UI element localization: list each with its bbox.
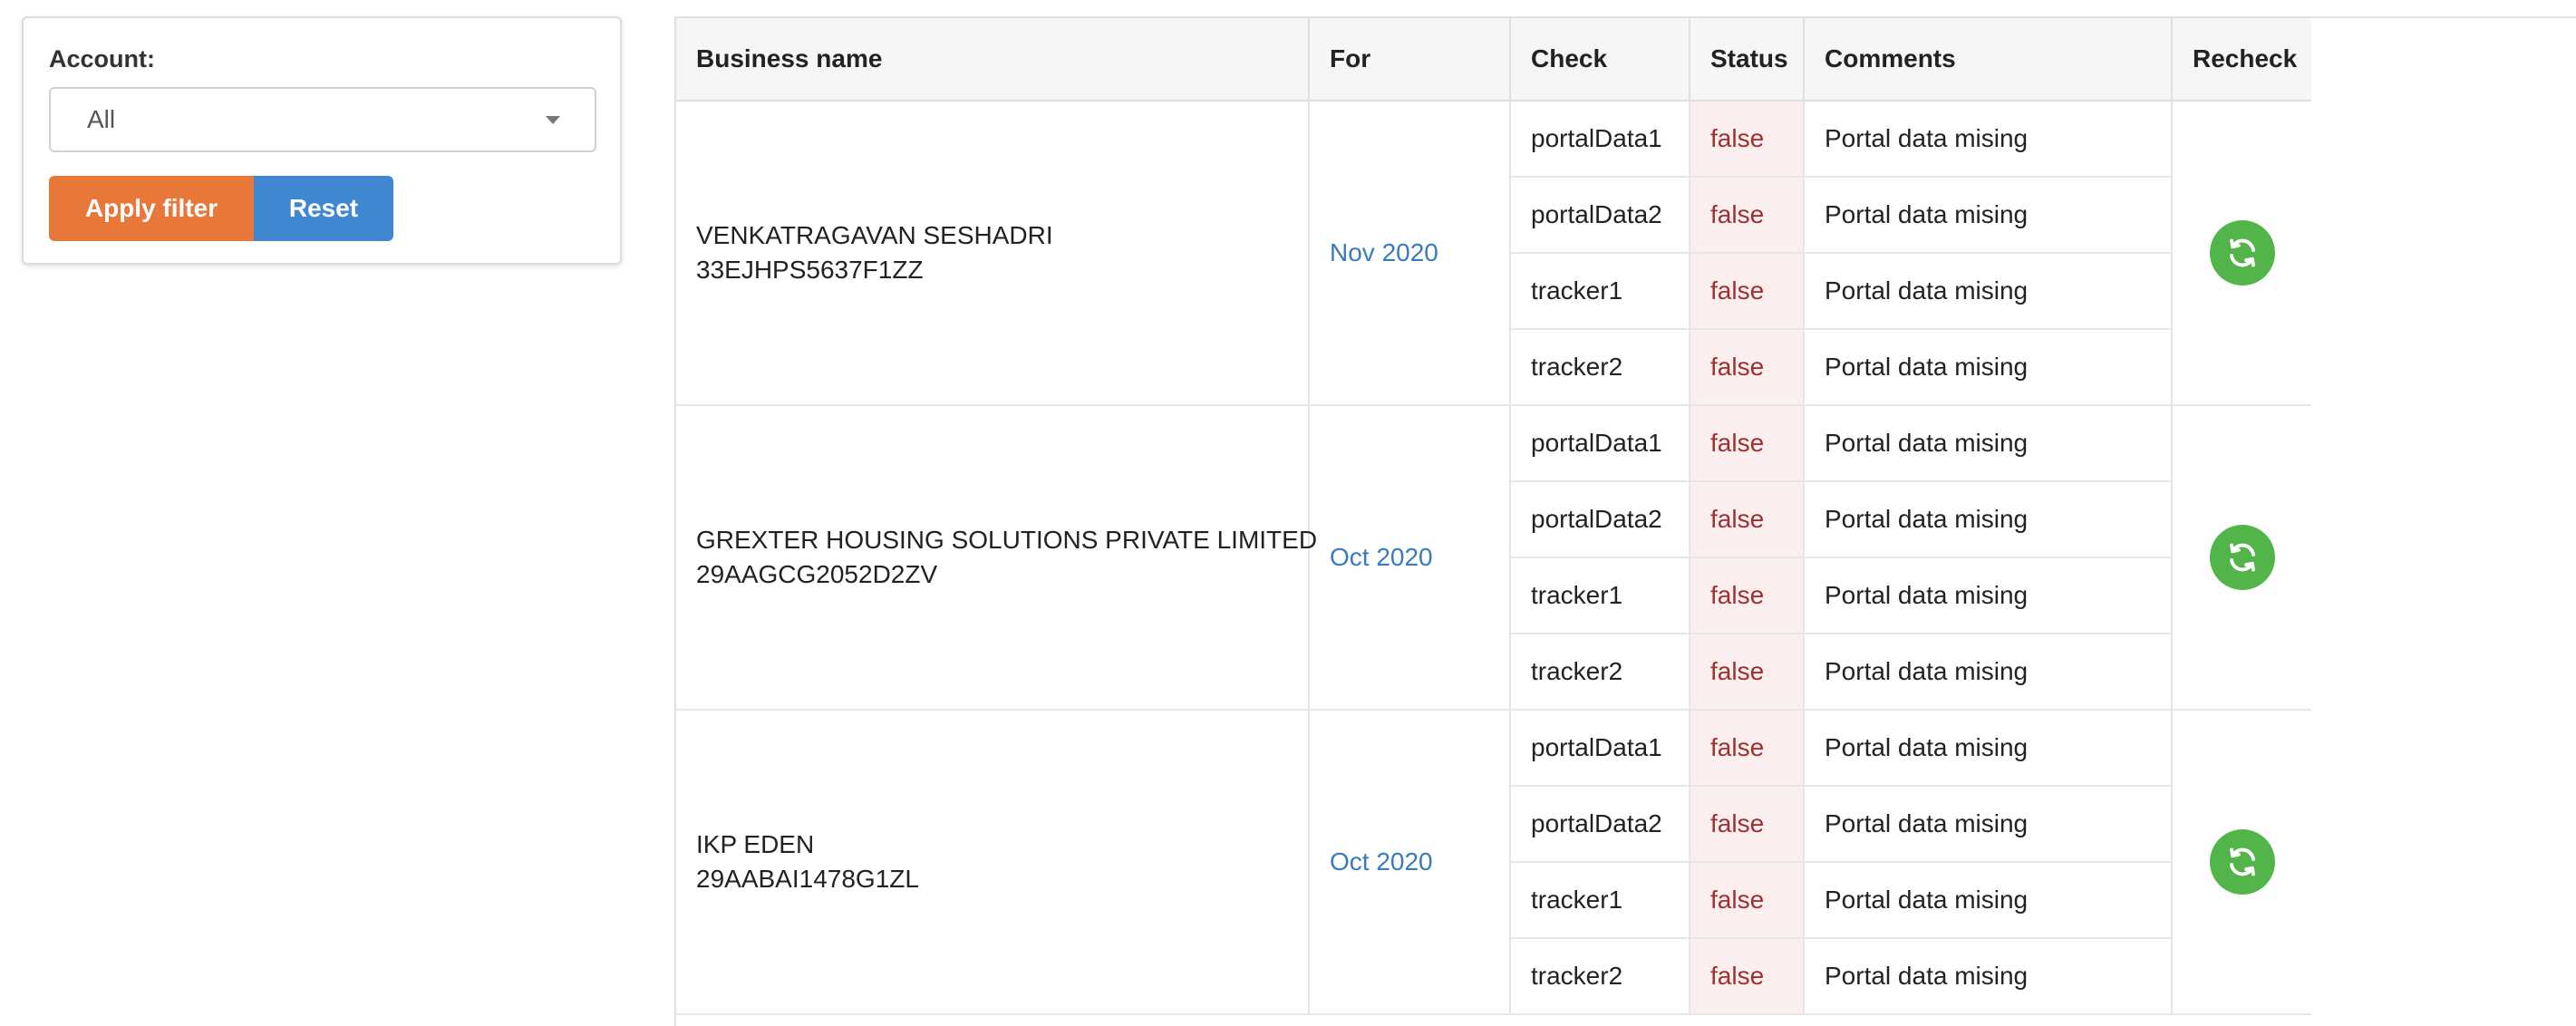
check-name: tracker1 [1510, 557, 1690, 634]
business-gstin: 29AABAI1478G1ZL [696, 865, 919, 893]
check-name: tracker2 [1510, 328, 1690, 406]
account-label: Account: [49, 45, 155, 73]
business-gstin: 29AAGCG2052D2ZV [696, 560, 938, 588]
business-name-cell: GREXTER HOUSING SOLUTIONS PRIVATE LIMITE… [676, 404, 1318, 711]
business-gstin: 33EJHPS5637F1ZZ [696, 256, 924, 284]
comment-text: Portal data mising [1804, 404, 2173, 482]
period-link[interactable]: Nov 2020 [1309, 100, 1511, 406]
status-value: false [1690, 709, 1805, 787]
business-name: VENKATRAGAVAN SESHADRI [696, 221, 1053, 249]
check-name: portalData1 [1510, 404, 1690, 482]
comment-text: Portal data mising [1804, 480, 2173, 558]
reset-button[interactable]: Reset [254, 176, 393, 241]
filter-panel: Account: All Apply filter Reset [22, 16, 622, 265]
comment-text: Portal data mising [1804, 861, 2173, 939]
status-value: false [1690, 328, 1805, 406]
check-name: portalData2 [1510, 785, 1690, 863]
check-name: portalData2 [1510, 176, 1690, 254]
check-name: tracker1 [1510, 861, 1690, 939]
check-name: tracker1 [1510, 252, 1690, 330]
comment-text: Portal data mising [1804, 176, 2173, 254]
status-value: false [1690, 861, 1805, 939]
results-table: Business name For Check Status Comments … [676, 16, 2311, 1015]
header-for: For [1309, 16, 1511, 102]
caret-down-icon [546, 116, 560, 124]
header-business-name: Business name [676, 16, 1310, 102]
check-name: tracker2 [1510, 937, 1690, 1015]
check-name: portalData1 [1510, 709, 1690, 787]
business-name: GREXTER HOUSING SOLUTIONS PRIVATE LIMITE… [696, 526, 1318, 554]
table-row: VENKATRAGAVAN SESHADRI 33EJHPS5637F1ZZ Nov… [676, 100, 2311, 406]
recheck-cell [2172, 404, 2311, 711]
status-value: false [1690, 176, 1805, 254]
table-row: IKP EDEN 29AABAI1478G1ZL Oct 2020 portalDat… [676, 709, 2311, 1015]
comment-text: Portal data mising [1804, 100, 2173, 178]
check-name: portalData2 [1510, 480, 1690, 558]
header-recheck: Recheck [2172, 16, 2311, 102]
apply-filter-button[interactable]: Apply filter [49, 176, 254, 241]
status-value: false [1690, 557, 1805, 634]
status-value: false [1690, 404, 1805, 482]
recheck-cell [2172, 709, 2311, 1015]
recheck-button[interactable] [2210, 220, 2275, 286]
account-select-value: All [87, 105, 116, 133]
header-check: Check [1510, 16, 1690, 102]
header-comments: Comments [1804, 16, 2173, 102]
status-value: false [1690, 633, 1805, 711]
comment-text: Portal data mising [1804, 252, 2173, 330]
comment-text: Portal data mising [1804, 557, 2173, 634]
recheck-button[interactable] [2210, 525, 2275, 590]
business-name-cell: VENKATRAGAVAN SESHADRI 33EJHPS5637F1ZZ [676, 100, 1310, 406]
status-value: false [1690, 252, 1805, 330]
comment-text: Portal data mising [1804, 937, 2173, 1015]
status-value: false [1690, 937, 1805, 1015]
comment-text: Portal data mising [1804, 785, 2173, 863]
check-name: tracker2 [1510, 633, 1690, 711]
recheck-button[interactable] [2210, 829, 2275, 895]
header-status: Status [1690, 16, 1805, 102]
period-link[interactable]: Oct 2020 [1309, 404, 1511, 711]
comment-text: Portal data mising [1804, 328, 2173, 406]
comment-text: Portal data mising [1804, 709, 2173, 787]
status-value: false [1690, 785, 1805, 863]
account-select[interactable]: All [49, 87, 596, 152]
table-body: VENKATRAGAVAN SESHADRI 33EJHPS5637F1ZZ Nov… [676, 100, 2311, 1015]
check-name: portalData1 [1510, 100, 1690, 178]
table-header-row: Business name For Check Status Comments … [676, 16, 2311, 102]
business-name-cell: IKP EDEN 29AABAI1478G1ZL [676, 709, 1310, 1015]
table-row: GREXTER HOUSING SOLUTIONS PRIVATE LIMITE… [676, 404, 2311, 711]
comment-text: Portal data mising [1804, 633, 2173, 711]
recheck-cell [2172, 100, 2311, 406]
results-table-container: Business name For Check Status Comments … [674, 16, 2311, 1026]
period-link[interactable]: Oct 2020 [1309, 709, 1511, 1015]
business-name: IKP EDEN [696, 830, 815, 858]
status-value: false [1690, 100, 1805, 178]
status-value: false [1690, 480, 1805, 558]
